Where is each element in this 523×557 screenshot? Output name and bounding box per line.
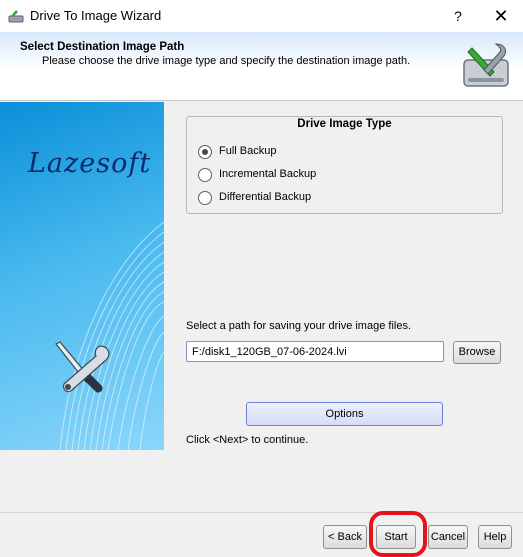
drive-image-type-group: Drive Image Type Full Backup Incremental… — [186, 116, 503, 214]
brand-logo: Lazesoft — [28, 148, 152, 179]
radio-incremental-backup[interactable]: Incremental Backup — [198, 167, 398, 185]
group-title: Drive Image Type — [297, 118, 392, 130]
page-title: Select Destination Image Path — [20, 41, 185, 53]
page-subtitle: Please choose the drive image type and s… — [42, 55, 411, 67]
wizard-window: Drive To Image Wizard ? ✕ Select Destina… — [0, 0, 523, 557]
back-button[interactable]: < Back — [323, 525, 367, 549]
title-help-button[interactable]: ? — [441, 0, 475, 32]
brand-banner: Lazesoft — [0, 102, 164, 450]
path-label: Select a path for saving your drive imag… — [186, 320, 412, 332]
drive-tools-icon — [463, 43, 509, 87]
radio-full-backup[interactable]: Full Backup — [198, 144, 398, 162]
close-button[interactable]: ✕ — [482, 0, 520, 32]
screwdriver-wrench-icon — [55, 341, 110, 393]
wizard-header: Select Destination Image Path Please cho… — [0, 32, 523, 101]
help-button[interactable]: Help — [478, 525, 512, 549]
cancel-button[interactable]: Cancel — [428, 525, 468, 549]
image-path-input[interactable] — [186, 341, 444, 362]
radio-button[interactable] — [198, 168, 212, 182]
radio-selected-dot — [202, 149, 208, 155]
radio-button[interactable] — [198, 191, 212, 205]
browse-button[interactable]: Browse — [453, 341, 501, 364]
app-icon — [8, 10, 24, 23]
start-button[interactable]: Start — [376, 525, 416, 549]
title-bar: Drive To Image Wizard ? ✕ — [0, 0, 523, 32]
options-button[interactable]: Options — [246, 402, 443, 426]
radio-button[interactable] — [198, 145, 212, 159]
instruction-text: Click <Next> to continue. — [186, 434, 309, 446]
radio-label[interactable]: Incremental Backup — [219, 168, 316, 180]
radio-label[interactable]: Full Backup — [219, 145, 276, 157]
radio-label[interactable]: Differential Backup — [219, 191, 311, 203]
window-title: Drive To Image Wizard — [30, 8, 162, 23]
footer-divider — [0, 512, 523, 513]
radio-differential-backup[interactable]: Differential Backup — [198, 190, 398, 208]
